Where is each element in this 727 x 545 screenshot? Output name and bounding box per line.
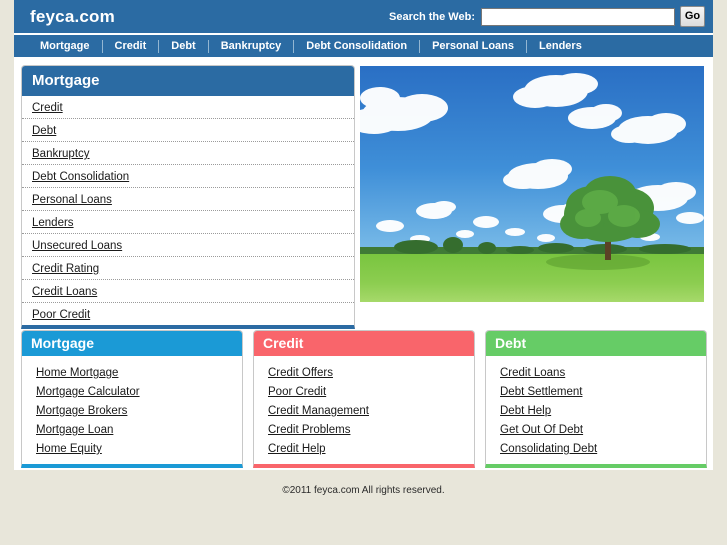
panel-debt: Debt Credit Loans Debt Settlement Debt Help… bbox=[485, 330, 707, 468]
panel-mortgage-main-title: Mortgage bbox=[22, 66, 354, 96]
link-mortgage-loan[interactable]: Mortgage Loan bbox=[36, 424, 113, 436]
panel-debt-list: Credit Loans Debt Settlement Debt Help Get … bbox=[486, 356, 706, 464]
link-debt-consolidation[interactable]: Debt Consolidation bbox=[32, 171, 129, 183]
nav-item-debt[interactable]: Debt bbox=[159, 40, 207, 52]
hero-image bbox=[359, 65, 705, 303]
link-personal-loans[interactable]: Personal Loans bbox=[32, 194, 112, 206]
list-item: Debt Help bbox=[486, 400, 706, 419]
panel-credit-list: Credit Offers Poor Credit Credit Managemen… bbox=[254, 356, 474, 464]
panel-credit: Credit Credit Offers Poor Credit Credit Man… bbox=[253, 330, 475, 468]
link-home-equity[interactable]: Home Equity bbox=[36, 443, 102, 455]
nav-item-debt-consolidation[interactable]: Debt Consolidation bbox=[294, 40, 419, 52]
link-credit-loans[interactable]: Credit Loans bbox=[500, 367, 565, 379]
list-item: Mortgage Brokers bbox=[22, 400, 242, 419]
list-item: Mortgage Loan bbox=[22, 419, 242, 438]
site-header: feyca.com Search the Web: Go bbox=[14, 0, 713, 33]
nav-item-bankruptcy[interactable]: Bankruptcy bbox=[209, 40, 294, 52]
link-get-out-of-debt[interactable]: Get Out Of Debt bbox=[500, 424, 583, 436]
category-panels-row: Mortgage Home Mortgage Mortgage Calculator… bbox=[21, 330, 707, 468]
list-item: Debt bbox=[22, 119, 354, 142]
list-item: Credit Loans bbox=[486, 362, 706, 381]
panel-debt-title: Debt bbox=[486, 331, 706, 356]
panel-mortgage-main: Mortgage Credit Debt Bankruptcy Debt Consol… bbox=[21, 65, 355, 329]
search-label: Search the Web: bbox=[389, 10, 475, 23]
list-item: Credit Loans bbox=[22, 280, 354, 303]
list-item: Mortgage Calculator bbox=[22, 381, 242, 400]
list-item: Credit Help bbox=[254, 438, 474, 457]
link-debt-help[interactable]: Debt Help bbox=[500, 405, 551, 417]
search-go-button[interactable]: Go bbox=[680, 6, 705, 27]
copyright-text: ©2011 feyca.com All rights reserved. bbox=[282, 485, 445, 496]
list-item: Consolidating Debt bbox=[486, 438, 706, 457]
link-credit-help[interactable]: Credit Help bbox=[268, 443, 326, 455]
content-container: feyca.com Search the Web: Go Mortgage Cre… bbox=[14, 0, 713, 470]
list-item: Credit Offers bbox=[254, 362, 474, 381]
list-item: Debt Settlement bbox=[486, 381, 706, 400]
link-debt[interactable]: Debt bbox=[32, 125, 56, 137]
nav-item-mortgage[interactable]: Mortgage bbox=[28, 40, 102, 52]
panel-mortgage: Mortgage Home Mortgage Mortgage Calculator… bbox=[21, 330, 243, 468]
site-logo[interactable]: feyca.com bbox=[14, 7, 115, 27]
list-item: Personal Loans bbox=[22, 188, 354, 211]
link-consolidating-debt[interactable]: Consolidating Debt bbox=[500, 443, 597, 455]
search-input[interactable] bbox=[481, 7, 675, 26]
link-poor-credit[interactable]: Poor Credit bbox=[268, 386, 326, 398]
nav-item-personal-loans[interactable]: Personal Loans bbox=[420, 40, 526, 52]
list-item: Credit Management bbox=[254, 400, 474, 419]
list-item: Credit Problems bbox=[254, 419, 474, 438]
list-item: Credit bbox=[22, 96, 354, 119]
link-debt-settlement[interactable]: Debt Settlement bbox=[500, 386, 582, 398]
link-credit-problems[interactable]: Credit Problems bbox=[268, 424, 350, 436]
search-area: Search the Web: Go bbox=[389, 0, 705, 33]
page-root: feyca.com Search the Web: Go Mortgage Cre… bbox=[0, 0, 727, 545]
panel-mortgage-main-list: Credit Debt Bankruptcy Debt Consolidation Pe… bbox=[22, 96, 354, 325]
nav-item-credit[interactable]: Credit bbox=[103, 40, 159, 52]
link-lenders[interactable]: Lenders bbox=[32, 217, 74, 229]
list-item: Lenders bbox=[22, 211, 354, 234]
main-content: Mortgage Credit Debt Bankruptcy Debt Consol… bbox=[14, 57, 713, 480]
panel-mortgage-list: Home Mortgage Mortgage Calculator Mortgage… bbox=[22, 356, 242, 464]
link-home-mortgage[interactable]: Home Mortgage bbox=[36, 367, 118, 379]
list-item: Credit Rating bbox=[22, 257, 354, 280]
panel-mortgage-title: Mortgage bbox=[22, 331, 242, 356]
link-credit[interactable]: Credit bbox=[32, 102, 63, 114]
nav-item-lenders[interactable]: Lenders bbox=[527, 40, 594, 52]
list-item: Bankruptcy bbox=[22, 142, 354, 165]
list-item: Debt Consolidation bbox=[22, 165, 354, 188]
list-item: Home Mortgage bbox=[22, 362, 242, 381]
list-item: Poor Credit bbox=[254, 381, 474, 400]
link-credit-rating[interactable]: Credit Rating bbox=[32, 263, 99, 275]
panel-credit-title: Credit bbox=[254, 331, 474, 356]
list-item: Unsecured Loans bbox=[22, 234, 354, 257]
hero-illustration bbox=[360, 66, 704, 302]
link-credit-offers[interactable]: Credit Offers bbox=[268, 367, 333, 379]
main-navigation: Mortgage Credit Debt Bankruptcy Debt Consoli… bbox=[14, 33, 713, 57]
link-unsecured-loans[interactable]: Unsecured Loans bbox=[32, 240, 122, 252]
link-mortgage-calculator[interactable]: Mortgage Calculator bbox=[36, 386, 140, 398]
list-item: Poor Credit bbox=[22, 303, 354, 325]
link-credit-loans[interactable]: Credit Loans bbox=[32, 286, 97, 298]
list-item: Home Equity bbox=[22, 438, 242, 457]
link-poor-credit[interactable]: Poor Credit bbox=[32, 309, 90, 321]
link-mortgage-brokers[interactable]: Mortgage Brokers bbox=[36, 405, 127, 417]
link-credit-management[interactable]: Credit Management bbox=[268, 405, 369, 417]
link-bankruptcy[interactable]: Bankruptcy bbox=[32, 148, 90, 160]
site-footer: ©2011 feyca.com All rights reserved. bbox=[0, 470, 727, 545]
list-item: Get Out Of Debt bbox=[486, 419, 706, 438]
